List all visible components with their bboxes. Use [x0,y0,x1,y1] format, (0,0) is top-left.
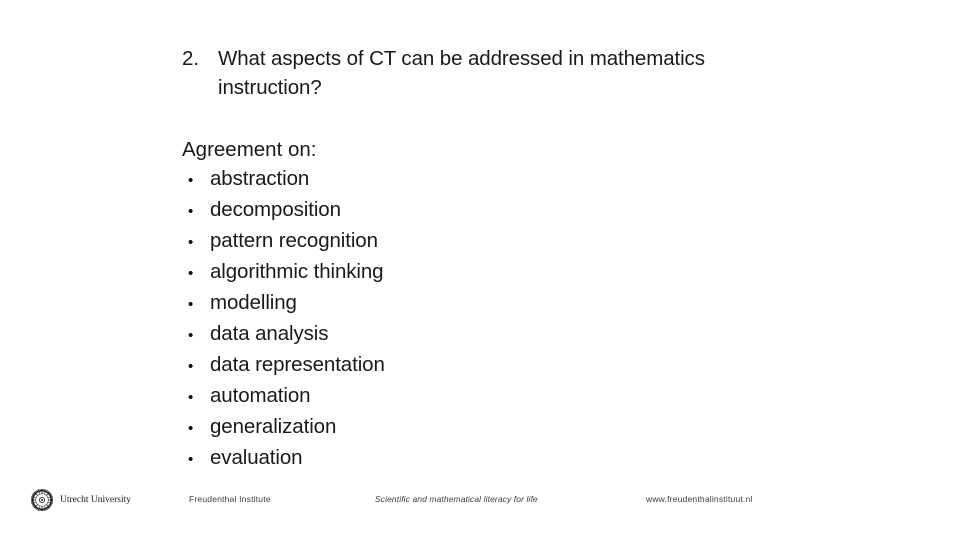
utrecht-university-sun-emblem-icon [30,488,54,512]
list-item-label: decomposition [210,198,341,221]
list-item-label: generalization [210,415,337,438]
agreement-heading: Agreement on: [182,138,317,161]
list-item-label: pattern recognition [210,229,378,252]
question-line-1: 2. What aspects of CT can be addressed i… [182,44,782,73]
question-text-line-1: What aspects of CT can be addressed in m… [218,47,705,70]
list-item-label: automation [210,384,311,407]
list-item-label: data analysis [210,322,329,345]
bullet-icon: • [188,172,194,189]
bullet-icon: • [188,358,194,375]
bullet-icon: • [188,451,194,468]
question-number: 2. [182,47,200,70]
bullet-icon: • [188,389,194,406]
list-item: • abstraction [182,164,602,195]
bullet-icon: • [188,203,194,220]
bullet-icon: • [188,420,194,437]
list-item: • pattern recognition [182,226,602,257]
bullet-icon: • [188,296,194,313]
utrecht-university-logo: Utrecht University [30,488,131,512]
list-item: • decomposition [182,195,602,226]
list-item-label: modelling [210,291,297,314]
list-item: • evaluation [182,443,602,474]
footer-tagline: Scientific and mathematical literacy for… [375,494,538,504]
list-item: • data representation [182,350,602,381]
bullet-icon: • [188,327,194,344]
list-item: • algorithmic thinking [182,257,602,288]
list-item: • data analysis [182,319,602,350]
question-block: 2. What aspects of CT can be addressed i… [182,44,782,102]
footer-url: www.freudenthalinstituut.nl [646,494,753,504]
slide-canvas: 2. What aspects of CT can be addressed i… [0,0,960,540]
list-item-label: abstraction [210,167,310,190]
footer-institute-name: Freudenthal Institute [189,494,271,504]
bullet-icon: • [188,265,194,282]
question-line-2: instruction? [182,73,782,102]
list-item: • generalization [182,412,602,443]
list-item-label: data representation [210,353,385,376]
slide-footer: Utrecht University Freudenthal Institute… [0,480,960,524]
list-item-label: evaluation [210,446,303,469]
bullet-icon: • [188,234,194,251]
list-item: • automation [182,381,602,412]
agreement-list: • abstraction • decomposition • pattern … [182,164,602,474]
agreement-block: Agreement on: • abstraction • decomposit… [182,135,602,474]
question-text-line-2: instruction? [218,76,322,99]
list-item: • modelling [182,288,602,319]
utrecht-university-wordmark: Utrecht University [60,494,131,505]
list-item-label: algorithmic thinking [210,260,384,283]
